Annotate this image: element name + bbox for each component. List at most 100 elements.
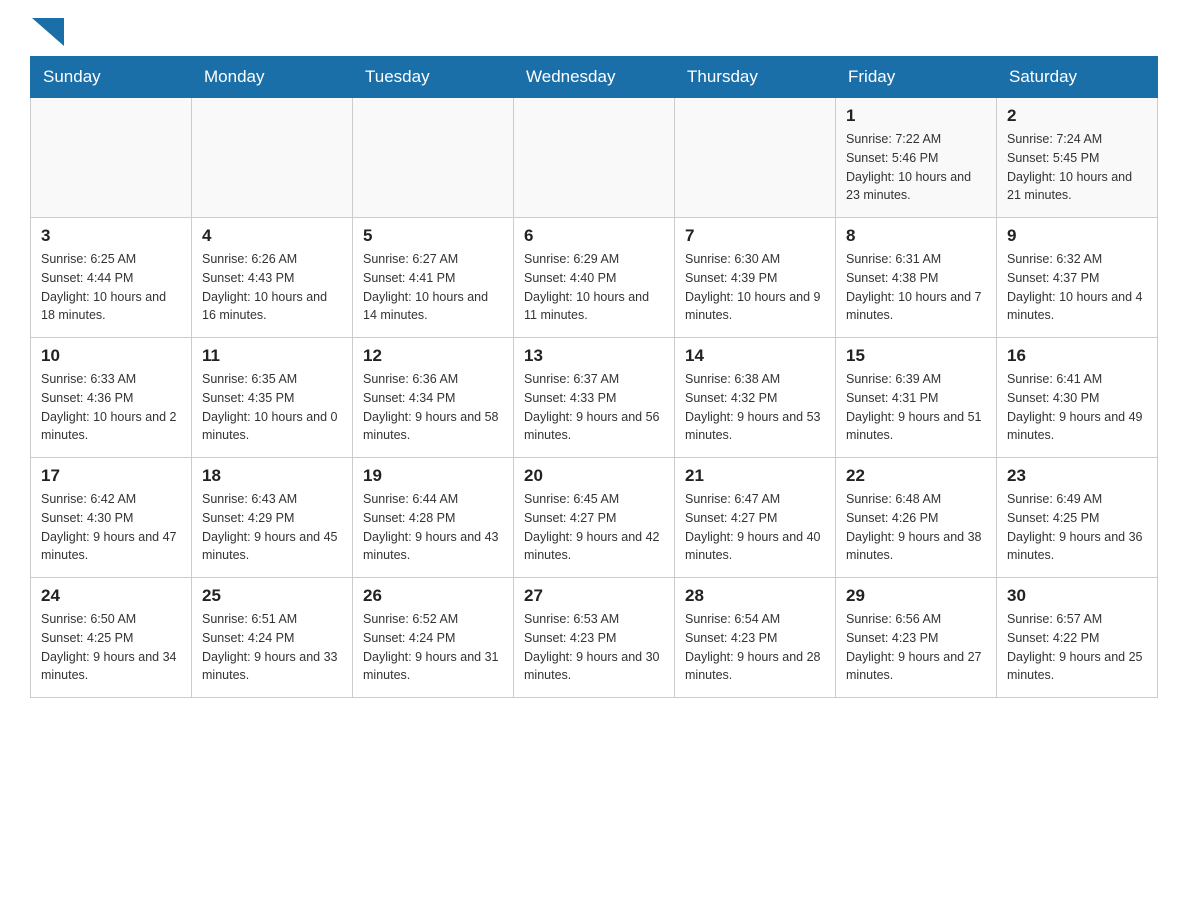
weekday-header-thursday: Thursday	[675, 57, 836, 98]
calendar-cell	[31, 98, 192, 218]
day-info: Sunrise: 6:30 AMSunset: 4:39 PMDaylight:…	[685, 250, 825, 325]
calendar-cell: 2 Sunrise: 7:24 AMSunset: 5:45 PMDaylight…	[997, 98, 1158, 218]
calendar-cell: 20 Sunrise: 6:45 AMSunset: 4:27 PMDayligh…	[514, 458, 675, 578]
day-number: 25	[202, 586, 342, 606]
day-number: 6	[524, 226, 664, 246]
calendar-cell: 11 Sunrise: 6:35 AMSunset: 4:35 PMDayligh…	[192, 338, 353, 458]
day-info: Sunrise: 6:26 AMSunset: 4:43 PMDaylight:…	[202, 250, 342, 325]
day-number: 9	[1007, 226, 1147, 246]
calendar-cell: 15 Sunrise: 6:39 AMSunset: 4:31 PMDayligh…	[836, 338, 997, 458]
day-info: Sunrise: 6:42 AMSunset: 4:30 PMDaylight:…	[41, 490, 181, 565]
calendar-cell: 5 Sunrise: 6:27 AMSunset: 4:41 PMDaylight…	[353, 218, 514, 338]
day-number: 20	[524, 466, 664, 486]
day-info: Sunrise: 6:44 AMSunset: 4:28 PMDaylight:…	[363, 490, 503, 565]
day-number: 17	[41, 466, 181, 486]
day-number: 22	[846, 466, 986, 486]
day-info: Sunrise: 6:52 AMSunset: 4:24 PMDaylight:…	[363, 610, 503, 685]
calendar-week-row-2: 3 Sunrise: 6:25 AMSunset: 4:44 PMDaylight…	[31, 218, 1158, 338]
day-info: Sunrise: 6:36 AMSunset: 4:34 PMDaylight:…	[363, 370, 503, 445]
calendar-cell: 8 Sunrise: 6:31 AMSunset: 4:38 PMDaylight…	[836, 218, 997, 338]
calendar-cell: 10 Sunrise: 6:33 AMSunset: 4:36 PMDayligh…	[31, 338, 192, 458]
day-info: Sunrise: 6:57 AMSunset: 4:22 PMDaylight:…	[1007, 610, 1147, 685]
day-number: 3	[41, 226, 181, 246]
calendar-cell: 17 Sunrise: 6:42 AMSunset: 4:30 PMDayligh…	[31, 458, 192, 578]
day-number: 28	[685, 586, 825, 606]
calendar-cell	[192, 98, 353, 218]
day-info: Sunrise: 6:50 AMSunset: 4:25 PMDaylight:…	[41, 610, 181, 685]
calendar-table: SundayMondayTuesdayWednesdayThursdayFrid…	[30, 56, 1158, 698]
calendar-week-row-3: 10 Sunrise: 6:33 AMSunset: 4:36 PMDayligh…	[31, 338, 1158, 458]
calendar-cell: 18 Sunrise: 6:43 AMSunset: 4:29 PMDayligh…	[192, 458, 353, 578]
calendar-cell	[675, 98, 836, 218]
calendar-cell: 27 Sunrise: 6:53 AMSunset: 4:23 PMDayligh…	[514, 578, 675, 698]
page-header	[30, 20, 1158, 46]
day-info: Sunrise: 6:43 AMSunset: 4:29 PMDaylight:…	[202, 490, 342, 565]
calendar-week-row-1: 1 Sunrise: 7:22 AMSunset: 5:46 PMDaylight…	[31, 98, 1158, 218]
calendar-cell: 9 Sunrise: 6:32 AMSunset: 4:37 PMDaylight…	[997, 218, 1158, 338]
weekday-header-sunday: Sunday	[31, 57, 192, 98]
weekday-header-saturday: Saturday	[997, 57, 1158, 98]
calendar-cell: 19Sunrise: 6:44 AMSunset: 4:28 PMDayligh…	[353, 458, 514, 578]
calendar-cell: 16 Sunrise: 6:41 AMSunset: 4:30 PMDayligh…	[997, 338, 1158, 458]
calendar-cell: 6 Sunrise: 6:29 AMSunset: 4:40 PMDaylight…	[514, 218, 675, 338]
day-info: Sunrise: 6:39 AMSunset: 4:31 PMDaylight:…	[846, 370, 986, 445]
calendar-cell: 1 Sunrise: 7:22 AMSunset: 5:46 PMDaylight…	[836, 98, 997, 218]
day-info: Sunrise: 6:47 AMSunset: 4:27 PMDaylight:…	[685, 490, 825, 565]
day-info: Sunrise: 6:37 AMSunset: 4:33 PMDaylight:…	[524, 370, 664, 445]
day-info: Sunrise: 6:33 AMSunset: 4:36 PMDaylight:…	[41, 370, 181, 445]
calendar-cell: 29Sunrise: 6:56 AMSunset: 4:23 PMDayligh…	[836, 578, 997, 698]
day-number: 15	[846, 346, 986, 366]
calendar-cell: 30 Sunrise: 6:57 AMSunset: 4:22 PMDayligh…	[997, 578, 1158, 698]
calendar-cell: 24Sunrise: 6:50 AMSunset: 4:25 PMDayligh…	[31, 578, 192, 698]
day-info: Sunrise: 6:25 AMSunset: 4:44 PMDaylight:…	[41, 250, 181, 325]
calendar-cell: 3 Sunrise: 6:25 AMSunset: 4:44 PMDaylight…	[31, 218, 192, 338]
day-number: 21	[685, 466, 825, 486]
day-number: 11	[202, 346, 342, 366]
day-info: Sunrise: 6:31 AMSunset: 4:38 PMDaylight:…	[846, 250, 986, 325]
day-info: Sunrise: 6:41 AMSunset: 4:30 PMDaylight:…	[1007, 370, 1147, 445]
day-number: 16	[1007, 346, 1147, 366]
day-number: 1	[846, 106, 986, 126]
weekday-header-friday: Friday	[836, 57, 997, 98]
day-info: Sunrise: 6:35 AMSunset: 4:35 PMDaylight:…	[202, 370, 342, 445]
day-number: 14	[685, 346, 825, 366]
calendar-header-row: SundayMondayTuesdayWednesdayThursdayFrid…	[31, 57, 1158, 98]
day-info: Sunrise: 6:53 AMSunset: 4:23 PMDaylight:…	[524, 610, 664, 685]
calendar-cell	[353, 98, 514, 218]
calendar-week-row-5: 24Sunrise: 6:50 AMSunset: 4:25 PMDayligh…	[31, 578, 1158, 698]
calendar-cell: 4 Sunrise: 6:26 AMSunset: 4:43 PMDaylight…	[192, 218, 353, 338]
day-info: Sunrise: 7:22 AMSunset: 5:46 PMDaylight:…	[846, 130, 986, 205]
calendar-cell: 14 Sunrise: 6:38 AMSunset: 4:32 PMDayligh…	[675, 338, 836, 458]
day-number: 13	[524, 346, 664, 366]
day-number: 12	[363, 346, 503, 366]
logo-triangle-icon	[32, 18, 64, 46]
day-number: 27	[524, 586, 664, 606]
weekday-header-wednesday: Wednesday	[514, 57, 675, 98]
day-number: 8	[846, 226, 986, 246]
day-info: Sunrise: 6:29 AMSunset: 4:40 PMDaylight:…	[524, 250, 664, 325]
day-info: Sunrise: 6:49 AMSunset: 4:25 PMDaylight:…	[1007, 490, 1147, 565]
day-info: Sunrise: 6:32 AMSunset: 4:37 PMDaylight:…	[1007, 250, 1147, 325]
day-number: 18	[202, 466, 342, 486]
day-number: 10	[41, 346, 181, 366]
day-info: Sunrise: 6:27 AMSunset: 4:41 PMDaylight:…	[363, 250, 503, 325]
calendar-cell: 12 Sunrise: 6:36 AMSunset: 4:34 PMDayligh…	[353, 338, 514, 458]
calendar-cell: 28 Sunrise: 6:54 AMSunset: 4:23 PMDayligh…	[675, 578, 836, 698]
day-number: 30	[1007, 586, 1147, 606]
day-info: Sunrise: 7:24 AMSunset: 5:45 PMDaylight:…	[1007, 130, 1147, 205]
calendar-cell: 22 Sunrise: 6:48 AMSunset: 4:26 PMDayligh…	[836, 458, 997, 578]
day-info: Sunrise: 6:51 AMSunset: 4:24 PMDaylight:…	[202, 610, 342, 685]
calendar-cell	[514, 98, 675, 218]
calendar-cell: 23Sunrise: 6:49 AMSunset: 4:25 PMDayligh…	[997, 458, 1158, 578]
weekday-header-tuesday: Tuesday	[353, 57, 514, 98]
day-info: Sunrise: 6:56 AMSunset: 4:23 PMDaylight:…	[846, 610, 986, 685]
day-number: 4	[202, 226, 342, 246]
day-info: Sunrise: 6:54 AMSunset: 4:23 PMDaylight:…	[685, 610, 825, 685]
day-number: 26	[363, 586, 503, 606]
day-info: Sunrise: 6:45 AMSunset: 4:27 PMDaylight:…	[524, 490, 664, 565]
day-number: 2	[1007, 106, 1147, 126]
day-number: 5	[363, 226, 503, 246]
calendar-cell: 13 Sunrise: 6:37 AMSunset: 4:33 PMDayligh…	[514, 338, 675, 458]
day-info: Sunrise: 6:38 AMSunset: 4:32 PMDaylight:…	[685, 370, 825, 445]
day-info: Sunrise: 6:48 AMSunset: 4:26 PMDaylight:…	[846, 490, 986, 565]
